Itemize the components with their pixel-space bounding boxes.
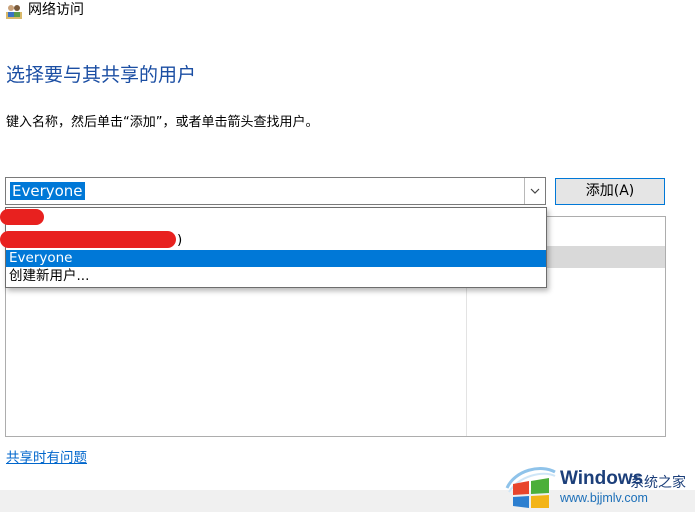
add-button[interactable]: 添加(A) xyxy=(555,178,665,205)
instruction-text: 键入名称，然后单击“添加”，或者单击箭头查找用户。 xyxy=(6,115,319,130)
redaction-mark xyxy=(0,231,176,248)
window-title: 网络访问 xyxy=(28,2,84,18)
dropdown-item[interactable] xyxy=(6,209,546,226)
watermark-subtitle: 系统之家 xyxy=(630,475,686,491)
users-share-icon xyxy=(6,5,22,19)
user-dropdown-list: ) Everyone 创建新用户... xyxy=(0,207,547,288)
dropdown-item-everyone[interactable]: Everyone xyxy=(6,250,546,267)
combobox-dropdown-button[interactable] xyxy=(524,178,545,204)
watermark-url: www.bjjmlv.com xyxy=(560,491,648,505)
title-bar: 网络访问 xyxy=(0,0,695,22)
dropdown-item-label: 创建新用户... xyxy=(9,268,90,284)
dropdown-item-create-user[interactable]: 创建新用户... xyxy=(6,268,546,285)
windows-logo-icon xyxy=(505,467,556,508)
chevron-down-icon xyxy=(530,188,540,194)
sharing-help-link[interactable]: 共享时有问题 xyxy=(6,446,87,466)
page-heading: 选择要与其共享的用户 xyxy=(6,64,197,86)
dropdown-item-label: Everyone xyxy=(9,250,73,266)
redaction-mark xyxy=(0,209,44,225)
combobox-value[interactable]: Everyone xyxy=(10,182,85,200)
user-name-combobox[interactable]: Everyone xyxy=(5,177,546,205)
